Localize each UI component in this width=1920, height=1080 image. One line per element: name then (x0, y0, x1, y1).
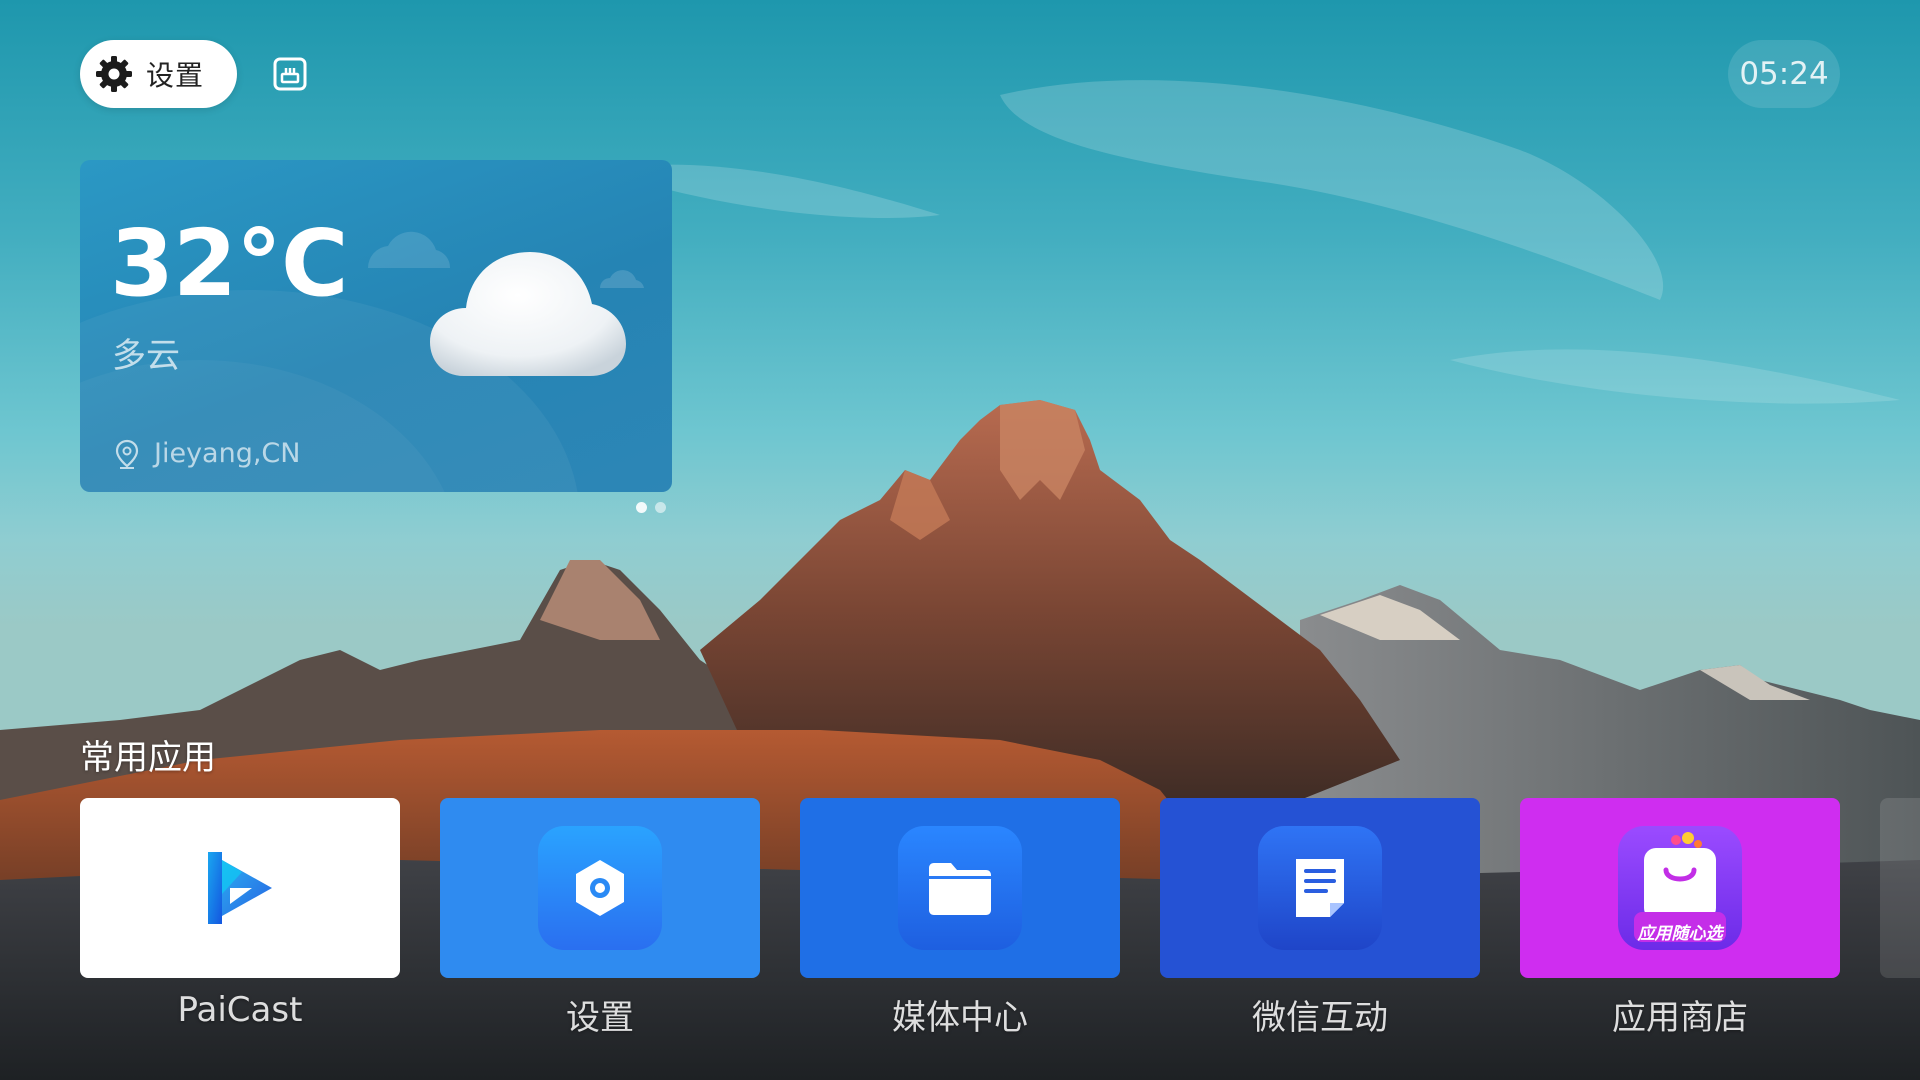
app-label-wechat: 微信互动 (1252, 998, 1388, 1038)
settings-hex-icon (538, 826, 662, 950)
weather-condition: 多云 (112, 336, 180, 376)
folder-icon (898, 826, 1022, 950)
weather-page-indicator (636, 502, 666, 513)
app-store-badge-text: 应用随心选 (1637, 924, 1723, 944)
weather-location: Jieyang,CN (114, 438, 300, 469)
document-icon (1258, 826, 1382, 950)
app-label-app-store: 应用商店 (1612, 998, 1748, 1038)
app-tile-media-center[interactable] (800, 798, 1120, 978)
app-tile-settings[interactable] (440, 798, 760, 978)
app-label-settings: 设置 (566, 998, 634, 1038)
home-screen: 设置 05:24 32°C 多云 Jieyang,CN 常用应用 PaiCast… (0, 0, 1920, 1080)
next-app-tile-partial[interactable] (1880, 798, 1920, 978)
page-dot-1 (636, 502, 647, 513)
network-icon[interactable] (272, 56, 308, 92)
shopping-bag-icon: 应用随心选 (1618, 826, 1742, 950)
document-glyph (1296, 859, 1344, 917)
gear-icon (96, 56, 132, 92)
weather-location-text: Jieyang,CN (154, 438, 301, 469)
temperature: 32°C (110, 210, 349, 317)
folder-glyph (929, 863, 991, 915)
paicast-icon (208, 852, 272, 924)
settings-shortcut-button[interactable]: 设置 (80, 40, 237, 108)
app-label-paicast: PaiCast (177, 990, 303, 1030)
app-tile-wechat[interactable] (1160, 798, 1480, 978)
hexagon-gear-glyph (576, 860, 624, 916)
cloud-icon (430, 252, 626, 376)
location-pin-icon (115, 439, 139, 469)
app-tile-app-store[interactable]: 应用随心选 (1520, 798, 1840, 978)
settings-shortcut-label: 设置 (146, 59, 205, 92)
page-dot-2 (655, 502, 666, 513)
app-label-media-center: 媒体中心 (892, 998, 1028, 1038)
weather-widget[interactable]: 32°C 多云 Jieyang,CN (80, 160, 672, 492)
clock: 05:24 (1728, 40, 1840, 108)
app-tile-paicast[interactable] (80, 798, 400, 978)
section-title-common-apps: 常用应用 (80, 738, 216, 778)
